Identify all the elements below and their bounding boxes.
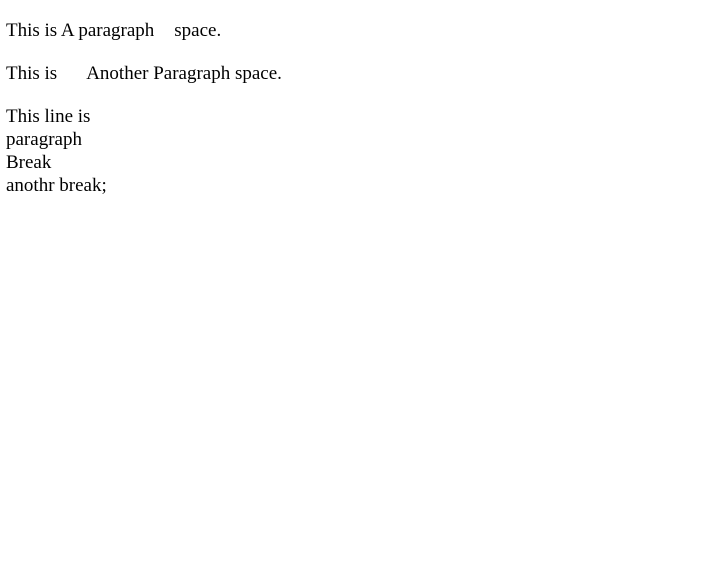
line-break-block: This line is paragraph Break anothr brea… — [6, 105, 282, 197]
paragraph-1: This is A paragraph space. — [6, 19, 282, 42]
break-line-3: Break — [6, 152, 52, 173]
break-line-1: This line is — [6, 106, 91, 127]
document-body: This is A paragraph space. This is Another… — [6, 19, 282, 217]
paragraph-2: This is Another Paragraph space. — [6, 62, 282, 85]
break-line-2: paragraph — [6, 129, 82, 150]
break-line-4: anothr break; — [6, 175, 107, 196]
paragraph-1-text-after: space. — [174, 20, 222, 41]
paragraph-2-text-before: This is — [6, 63, 58, 84]
paragraph-1-text-before: This is A paragraph — [6, 20, 155, 41]
paragraph-2-text-after: Another Paragraph space. — [86, 63, 282, 84]
